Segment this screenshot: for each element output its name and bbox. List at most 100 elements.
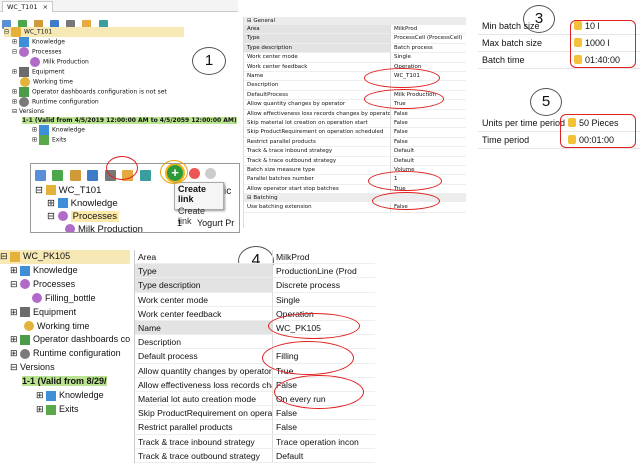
tree2-version[interactable]: 1-1 (Valid from 8/29/ (0, 375, 130, 389)
delete-icon[interactable] (189, 168, 200, 179)
tab-wc-t101[interactable]: WC_T101 × (2, 1, 54, 12)
property-value[interactable]: Filling (272, 349, 375, 364)
tree-item-versions[interactable]: ⊟ Versions (4, 107, 238, 116)
property-value[interactable]: False (390, 137, 466, 148)
property-value[interactable]: Volume (390, 166, 466, 176)
batch-panel: Min batch size 10 l Max batch size 1000 l Ba… (478, 18, 640, 70)
tree-item-dashboards[interactable]: ⊞ Operator dashboards configuration is n… (4, 87, 238, 97)
tree-item-version-exits[interactable]: ⊞ Exits (4, 135, 238, 145)
check-icon[interactable] (52, 170, 64, 182)
property-value[interactable]: False (390, 128, 466, 138)
tree-item-working-time[interactable]: Working time (4, 77, 238, 87)
tree-item-version[interactable]: 1-1 (Valid from 4/5/2019 12:00:00 AM to … (4, 116, 238, 125)
property-key: Track & trace outbound strategy (135, 449, 272, 463)
property-value[interactable]: Batch process (390, 43, 466, 54)
zoom-knowledge[interactable]: ⊞ Knowledge (35, 197, 171, 210)
refresh-icon[interactable] (87, 170, 99, 182)
property-value[interactable]: Default (390, 147, 466, 157)
filter-icon[interactable] (104, 170, 116, 182)
tree2-versions[interactable]: ⊟ Versions (0, 361, 130, 375)
property-value[interactable]: WC_PK105 (272, 321, 375, 336)
zoom-milk[interactable]: Milk Production (35, 223, 171, 232)
batch-value[interactable]: 10 l (585, 18, 600, 34)
grid-row-value: Yogurt Pr (197, 218, 235, 228)
property-key: Work center feedback (244, 63, 390, 72)
property-key: Material lot auto creation mode (135, 392, 272, 407)
property-key: Area (135, 250, 272, 265)
batch-label: Max batch size (482, 38, 543, 48)
property-value[interactable]: WC_T101 (390, 72, 466, 82)
property-value[interactable]: True (390, 184, 466, 195)
property-key: Allow quantity changes by operator (135, 364, 272, 378)
add-link-button[interactable]: + (167, 165, 183, 181)
property-value[interactable]: MilkProd (272, 250, 375, 265)
property-value[interactable]: Operation (272, 306, 375, 321)
tree2-version-knowledge[interactable]: ⊞ Knowledge (0, 389, 130, 403)
gear-icon (20, 348, 31, 359)
property-key: DefaultProcess (244, 91, 390, 101)
property-value[interactable]: False (390, 203, 466, 213)
tree2-working-time[interactable]: Working time (0, 320, 130, 334)
tree2-equipment[interactable]: ⊞ Equipment (0, 306, 130, 320)
property-value[interactable]: True (390, 100, 466, 110)
tree2-version-exits[interactable]: ⊞ Exits (0, 403, 130, 417)
tree-item-runtime[interactable]: ⊞ Runtime configuration (4, 97, 238, 107)
property-value[interactable]: Trace operation incon (272, 434, 375, 449)
property-key: Allow quantity changes by operator (244, 100, 390, 110)
property-value[interactable]: False (272, 420, 375, 435)
property-value[interactable] (390, 81, 466, 91)
callout-1: 1 (192, 47, 226, 75)
batch-value[interactable]: 50 Pieces (579, 115, 619, 131)
property-key: Batch size measure type (244, 166, 390, 176)
property-value[interactable]: 1 (390, 175, 466, 185)
lock-icon (574, 38, 582, 47)
tree-item-knowledge[interactable]: ⊞ Knowledge (4, 37, 238, 47)
property-value[interactable]: ProcessCell (ProcessCell) (390, 34, 466, 44)
export-icon[interactable] (139, 170, 151, 182)
property-grid-2: Area MilkProd Type ProductionLine (Prod Type… (134, 250, 375, 463)
property-value[interactable] (272, 335, 375, 350)
property-value[interactable]: MilkProd (390, 25, 466, 35)
property-value[interactable]: Default (272, 448, 375, 463)
zoom-tree: ⊟ WC_T101 ⊞ Knowledge ⊟ Processes Milk P… (35, 184, 171, 232)
tree-icon[interactable] (69, 170, 81, 182)
batch-value[interactable]: 01:40:00 (585, 52, 620, 68)
property-key: Work center mode (244, 53, 390, 63)
close-icon[interactable]: × (43, 3, 48, 11)
property-value[interactable]: True (272, 363, 375, 378)
tree-item-version-knowledge[interactable]: ⊞ Knowledge (4, 125, 238, 135)
property-value[interactable]: Discrete process (272, 278, 375, 293)
property-value[interactable]: Milk Production (390, 90, 466, 101)
property-key: Default process (135, 349, 272, 364)
property-value[interactable]: False (272, 377, 375, 392)
property-key: Type (135, 264, 272, 279)
property-key: Area (244, 25, 390, 35)
tree2-knowledge[interactable]: ⊞ Knowledge (0, 264, 130, 278)
tree-root[interactable]: ⊟ WC_T101 (4, 27, 184, 37)
property-value[interactable]: False (272, 406, 375, 421)
edit-icon[interactable] (35, 170, 46, 182)
property-key: Name (135, 321, 272, 336)
zoom-processes[interactable]: ⊟ Processes (35, 210, 171, 223)
batch-row: Batch time 01:40:00 (478, 52, 640, 69)
property-value[interactable]: False (390, 109, 466, 119)
batch-value[interactable]: 1000 l (585, 35, 610, 51)
property-value[interactable]: Operation (390, 62, 466, 72)
property-value[interactable]: ProductionLine (Prod (272, 264, 375, 279)
tree2-root[interactable]: ⊟ WC_PK105 (0, 250, 130, 264)
property-value[interactable]: False (390, 119, 466, 129)
property-value[interactable]: On every run (272, 392, 375, 407)
tree2-dashboards[interactable]: ⊞ Operator dashboards co (0, 333, 130, 347)
tree2-processes[interactable]: ⊟ Processes (0, 278, 130, 292)
batch-value[interactable]: 00:01:00 (579, 132, 614, 148)
tree2-filling[interactable]: Filling_bottle (0, 292, 130, 306)
tree2-runtime[interactable]: ⊞ Runtime configuration (0, 347, 130, 361)
property-value[interactable]: Single (272, 292, 375, 307)
zoom-root[interactable]: ⊟ WC_T101 (35, 184, 171, 197)
property-key: Restrict parallel products (135, 420, 272, 435)
gear-icon (30, 57, 40, 67)
lock-icon (568, 118, 576, 127)
property-value[interactable]: Default (390, 156, 466, 166)
folder-icon[interactable] (122, 170, 134, 182)
property-value[interactable]: Single (390, 53, 466, 63)
